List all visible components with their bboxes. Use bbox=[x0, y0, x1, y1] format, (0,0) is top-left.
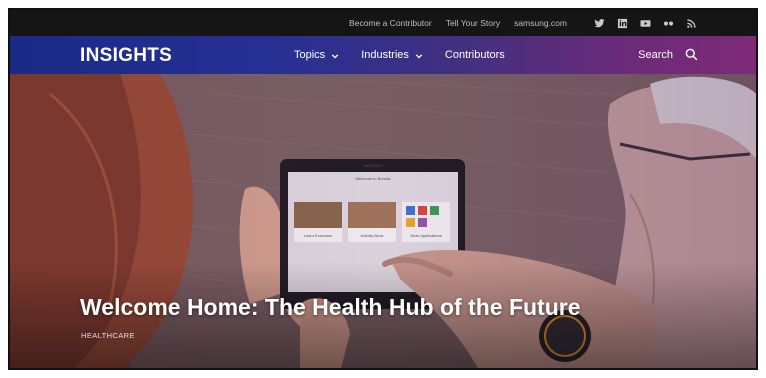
youtube-icon[interactable] bbox=[639, 17, 652, 30]
search-label: Search bbox=[638, 48, 673, 61]
chevron-down-icon bbox=[331, 51, 339, 59]
samsung-com-link[interactable]: samsung.com bbox=[514, 18, 567, 28]
flickr-icon[interactable] bbox=[662, 17, 675, 30]
twitter-icon[interactable] bbox=[593, 17, 606, 30]
search-icon bbox=[685, 48, 698, 61]
hero-banner[interactable]: SAMSUNG Welcome to Brenda Learn Exercise… bbox=[10, 74, 756, 368]
nav-item-label: Industries bbox=[361, 49, 409, 61]
rss-icon[interactable] bbox=[685, 17, 698, 30]
social-links bbox=[583, 17, 698, 30]
nav-item-industries[interactable]: Industries bbox=[361, 49, 423, 61]
nav-item-label: Contributors bbox=[444, 49, 505, 61]
nav-menu: Topics Industries Contributors bbox=[294, 49, 527, 61]
browser-viewport: Become a Contributor Tell Your Story sam… bbox=[8, 8, 758, 370]
search-button[interactable]: Search bbox=[638, 48, 698, 61]
nav-item-label: Topics bbox=[294, 49, 326, 61]
main-navigation: INSIGHTS Topics Industries Contributors … bbox=[10, 36, 756, 74]
insights-logo[interactable]: INSIGHTS bbox=[80, 45, 172, 67]
utility-bar: Become a Contributor Tell Your Story sam… bbox=[10, 10, 756, 36]
become-contributor-link[interactable]: Become a Contributor bbox=[349, 18, 432, 28]
chevron-down-icon bbox=[415, 51, 423, 59]
tell-your-story-link[interactable]: Tell Your Story bbox=[446, 18, 500, 28]
hero-headline[interactable]: Welcome Home: The Health Hub of the Futu… bbox=[80, 294, 581, 321]
nav-item-topics[interactable]: Topics bbox=[294, 49, 339, 61]
linkedin-icon[interactable] bbox=[616, 17, 629, 30]
nav-item-contributors[interactable]: Contributors bbox=[445, 49, 505, 61]
hero-category-label[interactable]: HEALTHCARE bbox=[81, 331, 135, 340]
